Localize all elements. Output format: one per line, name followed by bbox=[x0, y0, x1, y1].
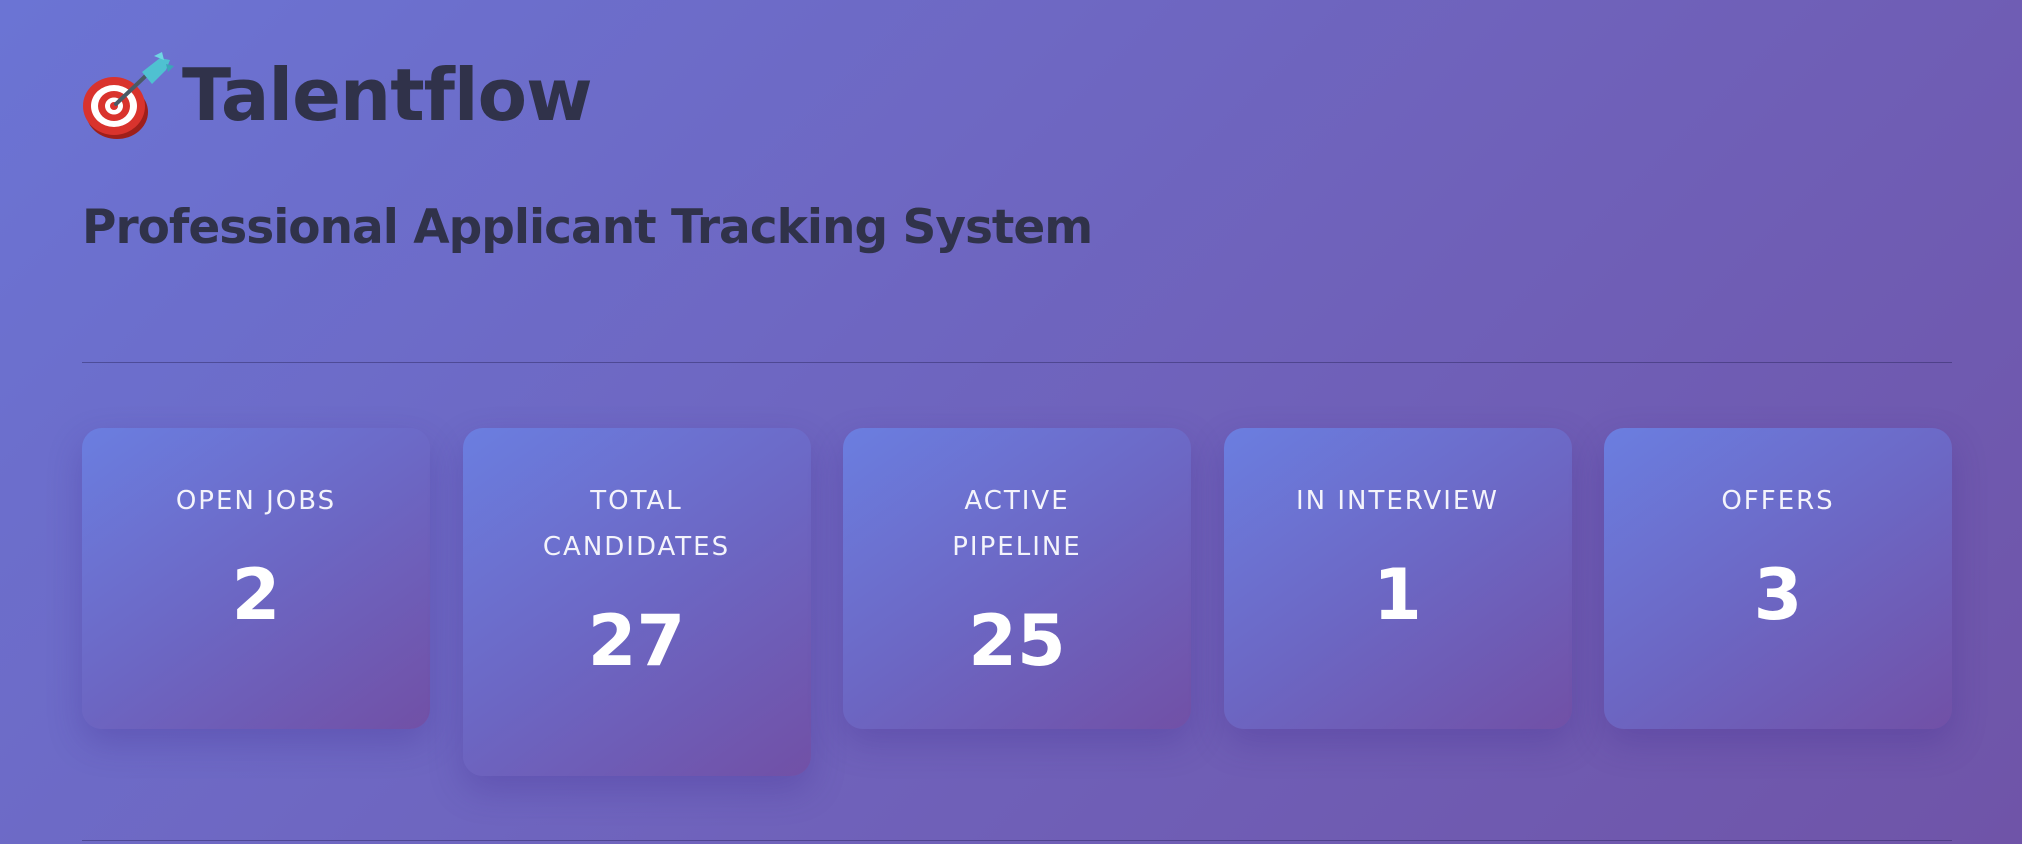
stat-value: 25 bbox=[968, 600, 1066, 682]
divider-bottom bbox=[82, 840, 1952, 841]
stat-value: 1 bbox=[1373, 554, 1422, 636]
app-title: Talentflow bbox=[182, 53, 593, 137]
stat-label: OFFERS bbox=[1721, 486, 1835, 516]
dart-target-icon bbox=[83, 52, 174, 139]
stat-label: TOTAL CANDIDATES bbox=[542, 486, 731, 562]
stats-row: OPEN JOBS 2 TOTAL CANDIDATES 27 ACTIVE P… bbox=[82, 428, 1952, 776]
divider-top bbox=[82, 362, 1952, 363]
app-header: Talentflow bbox=[82, 50, 593, 140]
stat-card-offers: OFFERS 3 bbox=[1604, 428, 1952, 729]
stat-label: ACTIVE PIPELINE bbox=[952, 486, 1082, 562]
stat-value: 3 bbox=[1753, 554, 1803, 636]
stat-card-in-interview: IN INTERVIEW 1 bbox=[1223, 428, 1572, 729]
stat-card-total-candidates: TOTAL CANDIDATES 27 bbox=[462, 428, 811, 776]
stat-value: 27 bbox=[587, 600, 686, 682]
stat-label: OPEN JOBS bbox=[175, 486, 337, 516]
stat-label: IN INTERVIEW bbox=[1295, 486, 1500, 516]
stat-card-open-jobs: OPEN JOBS 2 bbox=[82, 428, 430, 729]
stat-card-active-pipeline: ACTIVE PIPELINE 25 bbox=[843, 428, 1191, 729]
page-subtitle: Professional Applicant Tracking System bbox=[82, 200, 1093, 255]
stat-value: 2 bbox=[231, 554, 281, 636]
